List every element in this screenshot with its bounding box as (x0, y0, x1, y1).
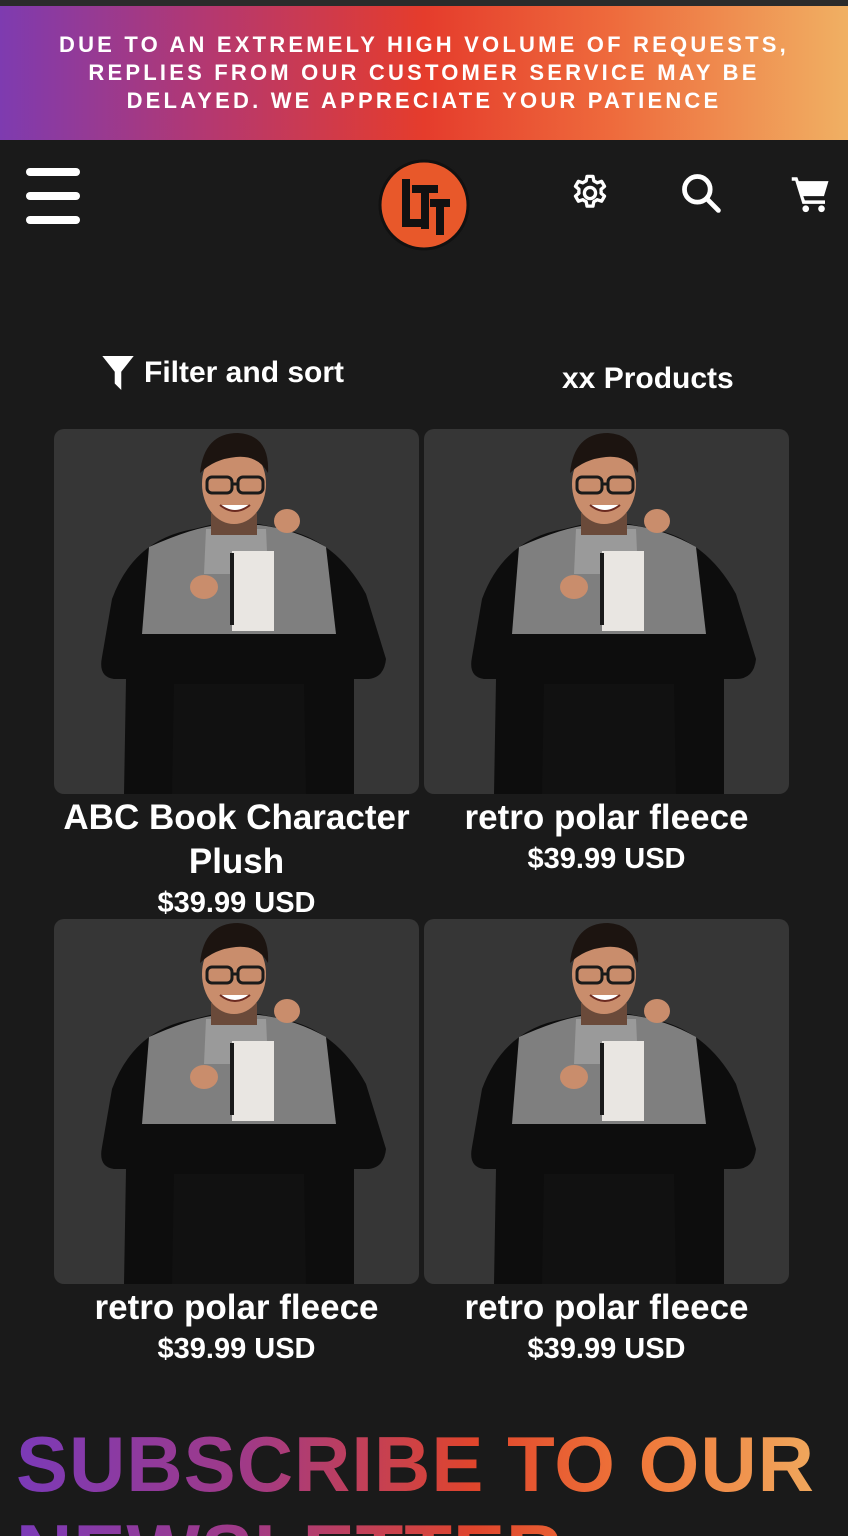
gear-icon[interactable] (567, 170, 613, 216)
product-card[interactable]: retro polar fleece $39.99 USD (424, 919, 789, 1368)
collection-toolbar: Filter and sort xx Products (0, 350, 848, 410)
product-image[interactable] (54, 429, 419, 794)
ltt-logo[interactable] (374, 155, 474, 255)
hamburger-menu-icon[interactable] (26, 168, 82, 224)
product-image[interactable] (424, 919, 789, 1284)
product-card[interactable]: retro polar fleece $39.99 USD (424, 429, 789, 878)
newsletter-title: SUBSCRIBE TO OUR NEWSLETTER (16, 1420, 848, 1536)
product-image[interactable] (54, 919, 419, 1284)
product-price: $39.99 USD (527, 843, 686, 875)
announcement-text: DUE TO AN EXTREMELY HIGH VOLUME OF REQUE… (59, 32, 789, 113)
filter-and-sort-label: Filter and sort (144, 356, 345, 389)
product-title[interactable]: retro polar fleece (424, 1286, 789, 1330)
search-icon[interactable] (678, 170, 724, 216)
announcement-bar: DUE TO AN EXTREMELY HIGH VOLUME OF REQUE… (0, 6, 848, 140)
product-price: $39.99 USD (527, 1333, 686, 1365)
filter-and-sort-button[interactable]: Filter and sort (102, 356, 344, 390)
product-title[interactable]: ABC Book Character Plush (54, 796, 419, 884)
product-count: xx Products (562, 362, 734, 395)
product-price: $39.99 USD (157, 1333, 316, 1365)
cart-icon[interactable] (788, 170, 834, 216)
funnel-icon (102, 356, 134, 390)
product-card[interactable]: retro polar fleece $39.99 USD (54, 919, 419, 1368)
product-price: $39.99 USD (157, 887, 316, 919)
product-image[interactable] (424, 429, 789, 794)
product-title[interactable]: retro polar fleece (54, 1286, 419, 1330)
product-title[interactable]: retro polar fleece (424, 796, 789, 840)
site-header (0, 140, 848, 260)
product-card[interactable]: ABC Book Character Plush $39.99 USD (54, 429, 419, 922)
newsletter-section: SUBSCRIBE TO OUR NEWSLETTER (16, 1420, 848, 1536)
